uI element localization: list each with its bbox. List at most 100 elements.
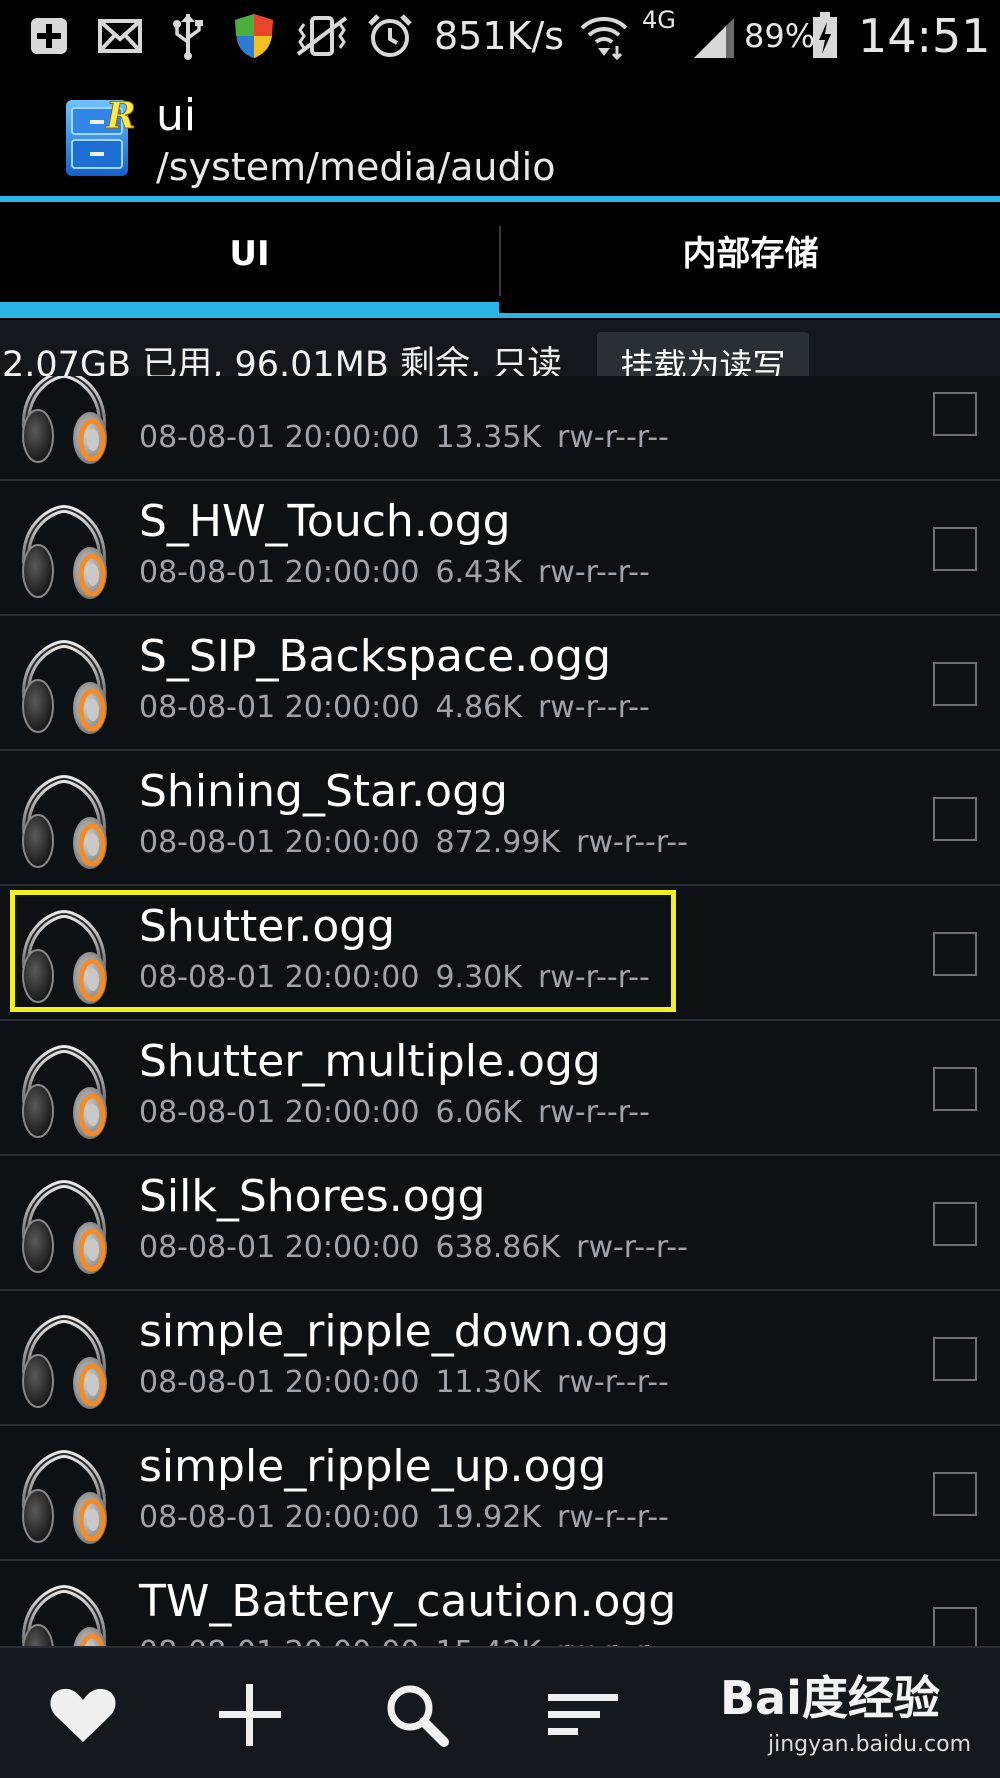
file-name: Shining_Star.ogg	[139, 766, 508, 817]
file-row[interactable]: S_SIP_Backspace.ogg 08-08-01 20:00:00 4.86…	[0, 616, 1000, 751]
vibrate-icon	[294, 8, 350, 64]
file-date: 08-08-01 20:00:00	[139, 420, 420, 455]
file-meta: 08-08-01 20:00:00 11.30K rw-r--r--	[139, 1361, 669, 1405]
file-name: simple_ripple_up.ogg	[139, 1441, 607, 1492]
file-name: Shutter_multiple.ogg	[139, 1036, 601, 1087]
file-size: 6.06K	[435, 1095, 522, 1130]
file-size: 13.35K	[435, 420, 542, 455]
file-perms: rw-r--r--	[576, 825, 688, 860]
file-perms: rw-r--r--	[576, 1230, 688, 1265]
tab-ui[interactable]: UI	[0, 202, 499, 306]
battery-percent: 89%	[744, 17, 816, 55]
battery-charging-icon	[810, 8, 840, 64]
file-perms: rw-r--r--	[537, 690, 650, 725]
sort-icon[interactable]	[538, 1670, 628, 1760]
file-row[interactable]: simple_ripple_down.ogg 08-08-01 20:00:00 1…	[0, 1291, 1000, 1426]
file-row[interactable]: Silk_Shores.ogg 08-08-01 20:00:00 638.86K r…	[0, 1156, 1000, 1291]
file-size: 4.86K	[435, 690, 522, 725]
folder-path: /system/media/audio	[156, 145, 556, 189]
file-meta: 08-08-01 20:00:00 15.42K rw-r--r--	[139, 1631, 669, 1646]
file-list[interactable]: 08-08-01 20:00:00 13.35K rw-r--r-- S_HW_To…	[0, 376, 1000, 1646]
select-checkbox[interactable]	[933, 1472, 977, 1516]
file-meta: 08-08-01 20:00:00 6.06K rw-r--r--	[139, 1091, 650, 1135]
file-row[interactable]: TW_Battery_caution.ogg 08-08-01 20:00:00 1…	[0, 1561, 1000, 1646]
file-meta: 08-08-01 20:00:00 13.35K rw-r--r--	[139, 416, 669, 460]
select-checkbox[interactable]	[933, 527, 977, 571]
select-checkbox[interactable]	[933, 1202, 977, 1246]
file-perms: rw-r--r--	[557, 420, 669, 455]
tab-internal-storage[interactable]: 内部存储	[501, 202, 1000, 306]
select-checkbox[interactable]	[933, 797, 977, 841]
file-size: 638.86K	[435, 1230, 561, 1265]
file-date: 08-08-01 20:00:00	[139, 825, 420, 860]
file-meta: 08-08-01 20:00:00 872.99K rw-r--r--	[139, 821, 688, 865]
audio-file-icon	[14, 1178, 114, 1278]
svg-text:R: R	[105, 95, 136, 137]
audio-file-icon	[14, 773, 114, 873]
add-icon[interactable]	[205, 1670, 295, 1760]
file-list-content: 08-08-01 20:00:00 13.35K rw-r--r-- S_HW_To…	[0, 376, 1000, 1646]
alarm-icon	[364, 8, 416, 64]
active-tab-indicator	[0, 302, 499, 318]
select-checkbox[interactable]	[933, 392, 977, 436]
file-date: 08-08-01 20:00:00	[139, 1635, 419, 1646]
file-date: 08-08-01 20:00:00	[139, 1500, 420, 1535]
select-checkbox[interactable]	[933, 662, 977, 706]
file-name: Silk_Shores.ogg	[139, 1171, 486, 1222]
select-checkbox[interactable]	[933, 1607, 977, 1646]
file-name: S_HW_Touch.ogg	[139, 496, 511, 547]
audio-file-icon	[14, 376, 114, 468]
file-perms: rw-r--r--	[537, 1095, 650, 1130]
root-explorer-icon[interactable]: R	[62, 94, 136, 178]
folder-title: ui	[156, 90, 197, 141]
select-checkbox[interactable]	[933, 1067, 977, 1111]
file-name: TW_Battery_caution.ogg	[139, 1576, 677, 1627]
network-speed: 851K/s	[434, 14, 565, 58]
file-row[interactable]: 08-08-01 20:00:00 13.35K rw-r--r--	[0, 376, 1000, 481]
file-date: 08-08-01 20:00:00	[139, 1230, 420, 1265]
bottom-toolbar: Bai度经验 jingyan.baidu.com	[0, 1646, 1000, 1778]
favorite-icon[interactable]	[38, 1670, 128, 1760]
file-meta: 08-08-01 20:00:00 4.86K rw-r--r--	[139, 686, 650, 730]
file-row[interactable]: Shutter_multiple.ogg 08-08-01 20:00:00 6.0…	[0, 1021, 1000, 1156]
wifi-icon	[578, 8, 630, 64]
file-name: S_SIP_Backspace.ogg	[139, 631, 612, 682]
file-date: 08-08-01 20:00:00	[139, 690, 420, 725]
file-date: 08-08-01 20:00:00	[139, 1095, 420, 1130]
file-perms: rw-r--r--	[557, 1365, 669, 1400]
file-size: 872.99K	[435, 825, 561, 860]
file-row[interactable]: Shutter.ogg 08-08-01 20:00:00 9.30K rw-r--r…	[0, 886, 1000, 1021]
status-bar: 851K/s 4G 89% 14:51	[0, 0, 1000, 72]
file-row[interactable]: simple_ripple_up.ogg 08-08-01 20:00:00 19.…	[0, 1426, 1000, 1561]
mail-icon	[96, 8, 144, 64]
audio-file-icon	[14, 1583, 114, 1646]
file-perms: rw-r--r--	[537, 555, 650, 590]
add-box-icon	[26, 8, 72, 64]
shield-icon	[232, 8, 276, 64]
select-checkbox[interactable]	[933, 932, 977, 976]
highlight-box	[10, 890, 676, 1012]
file-date: 08-08-01 20:00:00	[139, 555, 420, 590]
select-checkbox[interactable]	[933, 1337, 977, 1381]
signal-icon	[690, 8, 738, 64]
usb-icon	[168, 8, 208, 64]
watermark-url: jingyan.baidu.com	[768, 1732, 972, 1757]
tab-underline	[499, 313, 1000, 318]
file-perms: rw-r--r--	[557, 1500, 669, 1535]
baidu-watermark: Bai度经验 jingyan.baidu.com	[720, 1668, 990, 1768]
file-size: 19.92K	[435, 1500, 542, 1535]
audio-file-icon	[14, 1313, 114, 1413]
search-icon[interactable]	[372, 1670, 462, 1760]
file-size: 15.42K	[435, 1635, 541, 1646]
file-row[interactable]: Shining_Star.ogg 08-08-01 20:00:00 872.99K…	[0, 751, 1000, 886]
file-perms: rw-r--r--	[557, 1635, 669, 1646]
action-bar: R ui /system/media/audio	[0, 72, 1000, 200]
file-meta: 08-08-01 20:00:00 19.92K rw-r--r--	[139, 1496, 669, 1540]
file-name: simple_ripple_down.ogg	[139, 1306, 670, 1357]
signal-type: 4G	[642, 6, 676, 34]
file-size: 6.43K	[435, 555, 522, 590]
clock: 14:51	[858, 9, 991, 63]
file-date: 08-08-01 20:00:00	[139, 1365, 420, 1400]
audio-file-icon	[14, 1448, 114, 1548]
file-row[interactable]: S_HW_Touch.ogg 08-08-01 20:00:00 6.43K rw-r…	[0, 481, 1000, 616]
